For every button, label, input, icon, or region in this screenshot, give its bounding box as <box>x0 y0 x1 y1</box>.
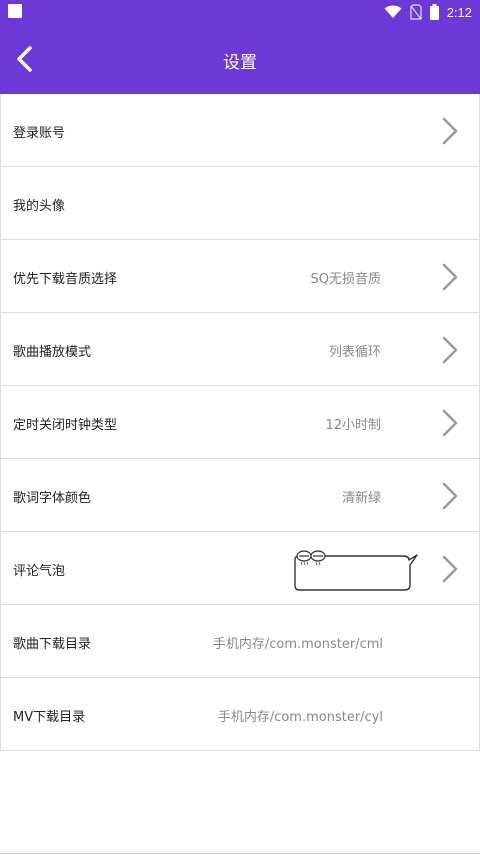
comment-bubble-preview <box>294 550 418 591</box>
setting-value: 清新绿 <box>341 491 381 506</box>
setting-value: 列表循环 <box>328 345 381 360</box>
chevron-right-icon <box>442 409 458 437</box>
notification-square-icon <box>8 4 22 18</box>
setting-row-timer-clock-type[interactable]: 定时关闭时钟类型 12小时制 <box>1 386 479 459</box>
chevron-right-icon <box>442 482 458 510</box>
setting-value: SQ无损音质 <box>310 272 382 287</box>
page-title: 设置 <box>223 53 257 73</box>
setting-label: 评论气泡 <box>13 564 66 579</box>
clock-time: 2:12 <box>446 4 472 20</box>
setting-row-download-quality[interactable]: 优先下载音质选择 SQ无损音质 <box>1 240 479 313</box>
no-sim-icon <box>409 4 422 20</box>
chevron-right-icon <box>442 336 458 364</box>
setting-label: 定时关闭时钟类型 <box>13 418 118 433</box>
setting-label: 我的头像 <box>13 199 66 214</box>
setting-row-my-avatar[interactable]: 我的头像 <box>1 167 479 240</box>
chevron-right-icon <box>442 117 458 145</box>
setting-row-login-account[interactable]: 登录账号 <box>1 94 479 167</box>
setting-row-lyric-font-color[interactable]: 歌词字体颜色 清新绿 <box>1 459 479 532</box>
status-bar: 2:12 <box>0 0 480 24</box>
settings-list: 登录账号 我的头像 优先下载音质选择 SQ无损音质 歌曲播放模式 列表循环 定时… <box>0 94 480 751</box>
chevron-right-icon <box>442 263 458 291</box>
app-bar: 设置 <box>0 24 480 94</box>
setting-row-comment-bubble[interactable]: 评论气泡 <box>1 532 479 605</box>
status-icons: 2:12 <box>384 3 472 21</box>
setting-label: 歌曲播放模式 <box>13 345 92 360</box>
wifi-icon <box>384 5 402 18</box>
setting-value: 手机内存/com.monster/cyl <box>217 710 383 725</box>
chevron-right-icon <box>442 555 458 583</box>
setting-value: 12小时制 <box>325 418 381 433</box>
setting-value: 手机内存/com.monster/cml <box>212 637 383 652</box>
setting-row-song-download-dir[interactable]: 歌曲下载目录 手机内存/com.monster/cml <box>1 605 479 678</box>
setting-label: 优先下载音质选择 <box>13 272 118 287</box>
setting-label: 登录账号 <box>13 126 66 141</box>
battery-icon <box>429 4 439 20</box>
setting-row-play-mode[interactable]: 歌曲播放模式 列表循环 <box>1 313 479 386</box>
setting-row-mv-download-dir[interactable]: MV下载目录 手机内存/com.monster/cyl <box>1 678 479 751</box>
setting-label: MV下载目录 <box>13 710 86 725</box>
setting-label: 歌曲下载目录 <box>13 637 92 652</box>
setting-label: 歌词字体颜色 <box>13 491 92 506</box>
